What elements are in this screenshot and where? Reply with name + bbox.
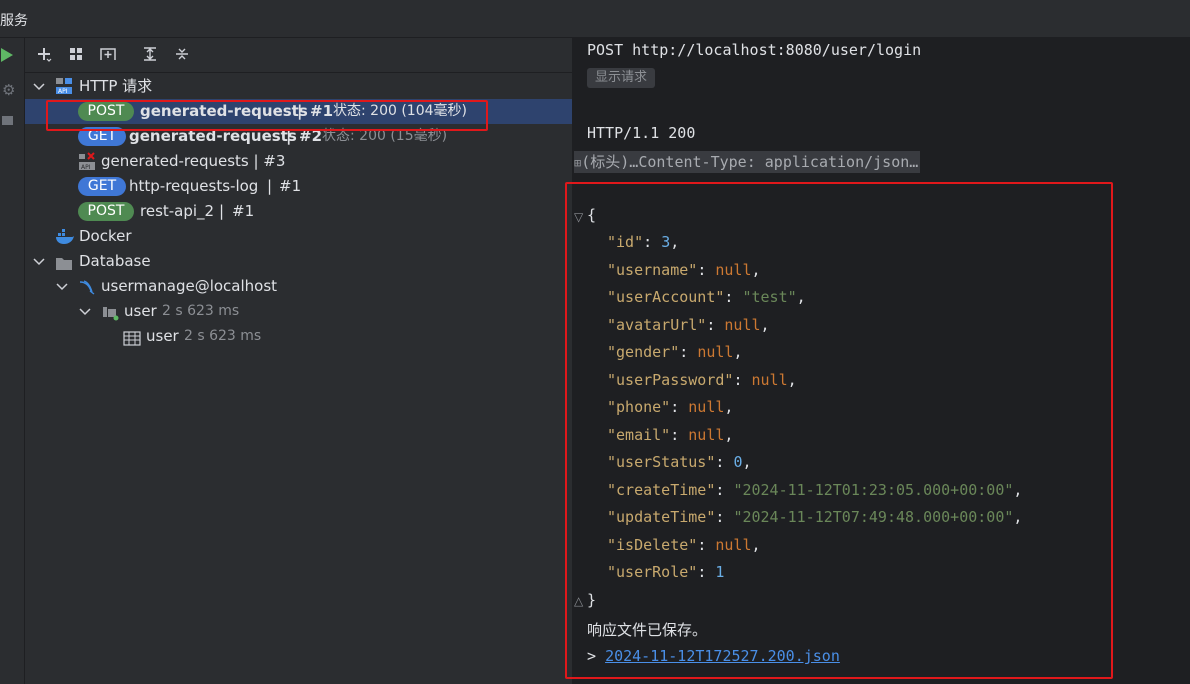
request-name: generated-requests | #3	[101, 152, 286, 170]
stop-icon[interactable]	[2, 116, 13, 125]
tool-window-header: 服务	[0, 0, 1190, 38]
selection-highlight-box	[46, 100, 488, 131]
request-item-4[interactable]: GET http-requests-log | #1	[25, 174, 572, 199]
tree-node-table-user[interactable]: user 2 s 623 ms	[25, 324, 572, 349]
show-request-button[interactable]: 显示请求	[587, 68, 656, 88]
separator: |	[267, 177, 273, 195]
collapse-all-icon[interactable]	[171, 43, 193, 65]
settings-icon[interactable]: ⚙	[2, 81, 15, 99]
request-line: POST http://localhost:8080/user/login	[587, 41, 922, 59]
datasource-label: usermanage@localhost	[101, 277, 278, 295]
run-icon[interactable]	[1, 48, 13, 62]
add-icon[interactable]	[33, 43, 55, 65]
method-badge: GET	[78, 177, 126, 196]
svg-text:API: API	[81, 164, 91, 171]
services-toolbar	[25, 38, 572, 73]
http-group-label: HTTP 请求	[79, 77, 153, 95]
tree-node-schema-user[interactable]: user 2 s 623 ms	[25, 299, 572, 324]
request-item-3[interactable]: API generated-requests | #3	[25, 149, 572, 174]
status-line: HTTP/1.1 200	[587, 124, 696, 142]
schema-time: 2 s 623 ms	[162, 303, 240, 319]
new-tab-icon[interactable]	[97, 43, 119, 65]
request-name: rest-api_2	[140, 202, 215, 220]
request-name: http-requests-log	[129, 177, 259, 195]
request-item-5[interactable]: POST rest-api_2 | #1	[25, 199, 572, 224]
docker-label: Docker	[79, 227, 132, 245]
left-action-strip: ⚙	[0, 38, 25, 684]
headers-summary: (标头)…Content-Type: application/json…	[581, 153, 919, 171]
table-name: user	[146, 327, 179, 345]
table-time: 2 s 623 ms	[184, 328, 262, 344]
group-icon[interactable]	[65, 43, 87, 65]
method-badge: POST	[78, 202, 134, 221]
tree-node-docker[interactable]: Docker	[25, 224, 572, 249]
collapsed-headers[interactable]: ⊞(标头)…Content-Type: application/json…	[574, 151, 921, 173]
separator: |	[219, 202, 225, 220]
tree-node-http-requests[interactable]: API HTTP 请求	[25, 74, 572, 99]
tree-node-datasource[interactable]: usermanage@localhost	[25, 274, 572, 299]
expand-all-icon[interactable]	[139, 43, 161, 65]
request-number: #1	[232, 202, 255, 220]
svg-text:API: API	[58, 88, 68, 95]
chevron-down-icon[interactable]	[79, 299, 91, 326]
chevron-down-icon[interactable]	[33, 249, 45, 276]
database-label: Database	[79, 252, 151, 270]
tree-node-database[interactable]: Database	[25, 249, 572, 274]
chevron-down-icon[interactable]	[56, 274, 68, 301]
schema-name: user	[124, 302, 157, 320]
response-highlight-box	[565, 182, 1113, 679]
chevron-down-icon[interactable]	[33, 74, 45, 101]
table-icon	[123, 329, 141, 354]
services-tree-panel: API HTTP 请求 POST generated-requests | #1…	[25, 38, 572, 684]
tool-window-title: 服务	[0, 13, 28, 29]
request-number: #1	[279, 177, 302, 195]
